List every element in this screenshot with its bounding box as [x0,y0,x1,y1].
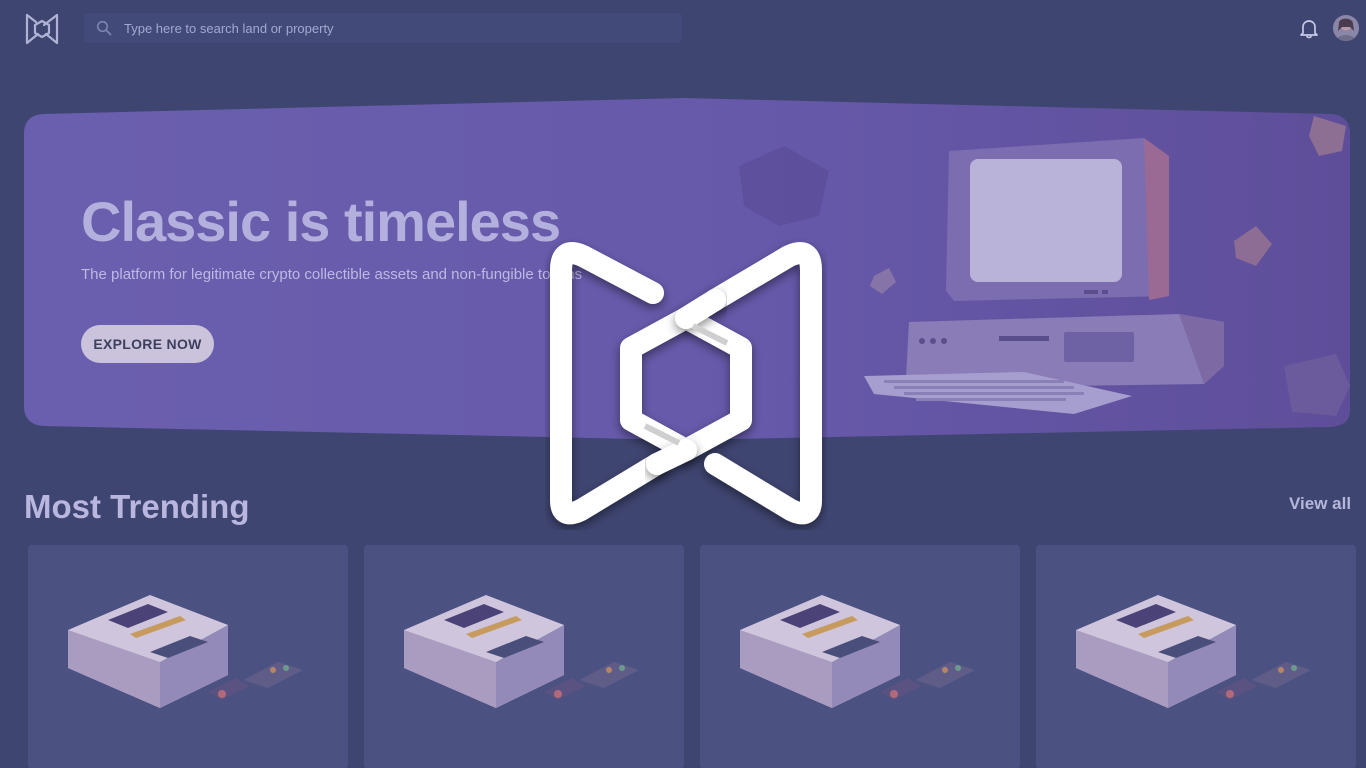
trending-card[interactable] [364,545,684,768]
brand-logo-overlay-icon [545,238,827,530]
chevron-right-icon[interactable] [1328,725,1350,747]
trending-cards [0,545,1366,768]
bell-icon[interactable] [1298,17,1320,39]
search-icon [96,20,112,36]
retro-console-image [1076,595,1311,708]
hero-subtitle: The platform for legitimate crypto colle… [81,266,583,283]
search-bar[interactable] [84,13,682,43]
brand-logo-icon[interactable] [24,11,60,47]
trending-card[interactable] [700,545,1020,768]
avatar[interactable] [1333,15,1359,41]
hero-title: Classic is timeless [81,190,561,253]
explore-now-button[interactable]: EXPLORE NOW [81,325,214,363]
trending-card[interactable] [1036,545,1356,768]
view-all-link[interactable]: View all [1289,494,1351,514]
retro-console-image [404,595,639,708]
search-input[interactable] [122,19,662,37]
top-bar [0,0,1366,58]
retro-console-image [740,595,975,708]
trending-card[interactable] [28,545,348,768]
most-trending-title: Most Trending [24,488,250,525]
retro-console-image [68,595,303,708]
